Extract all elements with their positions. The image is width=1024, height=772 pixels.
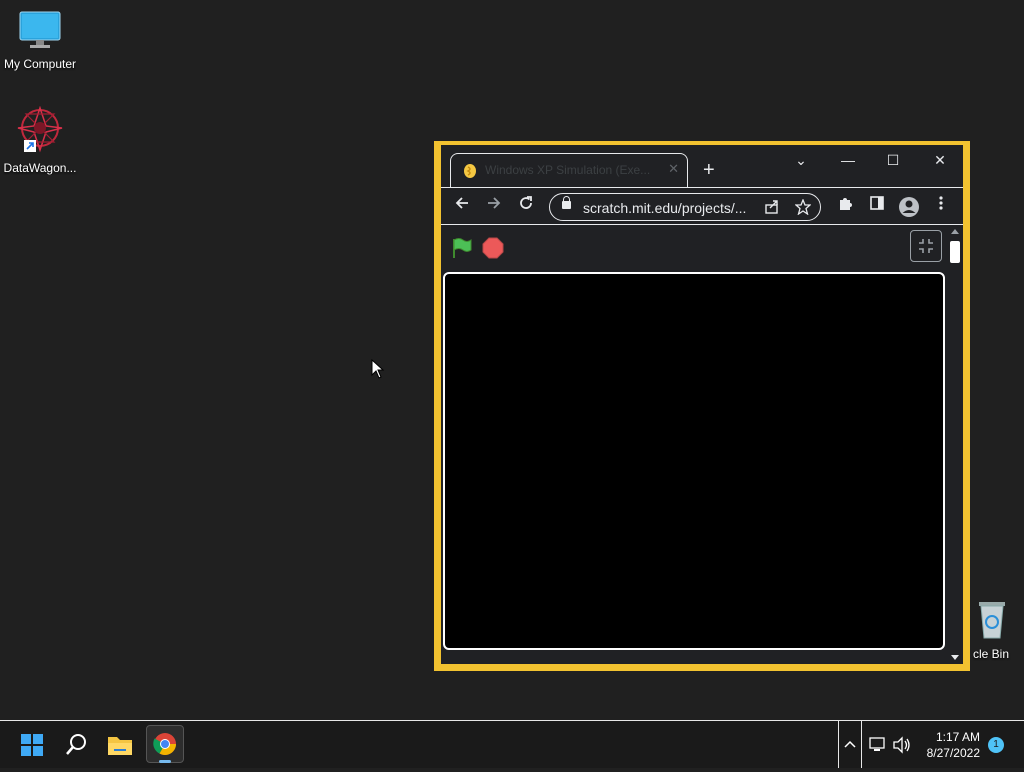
notification-badge[interactable]: 1 (988, 737, 1004, 753)
profile-button[interactable] (897, 195, 921, 219)
close-window-button[interactable]: ✕ (925, 149, 955, 171)
browser-frame: Windows XP Simulation (Exe... ✕ + ⌄ — ☐ … (441, 145, 963, 664)
folder-icon (108, 737, 132, 755)
search-button[interactable] (58, 727, 94, 763)
tab-search-dropdown-button[interactable]: ⌄ (786, 149, 816, 171)
puzzle-icon (840, 198, 852, 210)
desktop-icon-my-computer[interactable]: My Computer (0, 10, 80, 71)
reload-button[interactable] (514, 195, 538, 219)
forward-arrow-icon (488, 197, 501, 209)
unfullscreen-button[interactable] (910, 230, 942, 262)
volume-icon[interactable] (892, 735, 912, 755)
network-icon[interactable] (868, 735, 888, 755)
datawagon-icon (17, 105, 63, 153)
stop-icon[interactable] (481, 236, 505, 260)
browser-toolbar: scratch.mit.edu/projects/... (441, 187, 963, 225)
desktop-icon-datawagon[interactable]: DataWagon... (0, 105, 80, 175)
tab-close-icon[interactable]: ✕ (668, 161, 679, 177)
mouse-cursor-icon (371, 359, 385, 379)
unfullscreen-icon (919, 239, 933, 253)
browser-window[interactable]: Windows XP Simulation (Exe... ✕ + ⌄ — ☐ … (434, 141, 970, 671)
extensions-button[interactable] (833, 195, 857, 219)
forward-button[interactable] (482, 195, 506, 219)
lock-icon (562, 196, 571, 209)
new-tab-button[interactable]: + (703, 160, 715, 180)
vertical-scrollbar[interactable] (948, 225, 962, 664)
file-explorer-button[interactable] (102, 727, 138, 763)
green-flag-icon[interactable] (449, 236, 473, 260)
scratch-favicon-icon (464, 164, 476, 178)
recycle-bin-icon (979, 602, 1005, 639)
maximize-button[interactable]: ☐ (878, 149, 908, 171)
address-bar[interactable]: scratch.mit.edu/projects/... (549, 193, 821, 221)
back-arrow-icon (455, 197, 468, 209)
chevron-up-icon (844, 740, 856, 748)
url-text: scratch.mit.edu/projects/... (583, 200, 747, 216)
share-icon[interactable] (764, 199, 780, 215)
search-icon (66, 734, 86, 755)
chrome-icon (153, 733, 176, 755)
kebab-menu-icon (939, 196, 943, 210)
monitor-icon (19, 11, 61, 48)
page-content (441, 225, 963, 664)
minimize-button[interactable]: — (833, 149, 863, 171)
reload-icon (520, 196, 532, 209)
chrome-taskbar-button[interactable] (146, 725, 184, 763)
menu-button[interactable] (929, 195, 953, 219)
bookmark-star-icon[interactable] (795, 199, 811, 215)
start-button[interactable] (14, 727, 50, 763)
profile-avatar-icon (899, 197, 919, 217)
windows-logo-icon (21, 734, 43, 756)
tab-title: Windows XP Simulation (Exe... (485, 163, 651, 177)
scratch-stage[interactable] (443, 272, 945, 650)
scroll-down-icon[interactable] (948, 652, 962, 662)
browser-tab[interactable]: Windows XP Simulation (Exe... ✕ (450, 153, 688, 187)
side-panel-button[interactable] (865, 195, 889, 219)
desktop-icon-label: DataWagon... (3, 161, 77, 175)
show-hidden-icons-button[interactable] (838, 721, 862, 768)
clock-time: 1:17 AM (935, 730, 980, 744)
active-indicator (159, 760, 171, 763)
clock[interactable]: 1:17 AM 8/27/2022 (927, 729, 980, 761)
desktop-icon-label: My Computer (3, 57, 77, 71)
scroll-thumb[interactable] (950, 241, 960, 263)
tab-strip: Windows XP Simulation (Exe... ✕ + ⌄ — ☐ … (441, 145, 963, 187)
clock-date: 8/27/2022 (926, 746, 980, 760)
scroll-up-icon[interactable] (948, 227, 962, 237)
side-panel-icon (870, 196, 884, 210)
back-button[interactable] (450, 195, 474, 219)
taskbar: 1:17 AM 8/27/2022 1 (0, 720, 1024, 768)
